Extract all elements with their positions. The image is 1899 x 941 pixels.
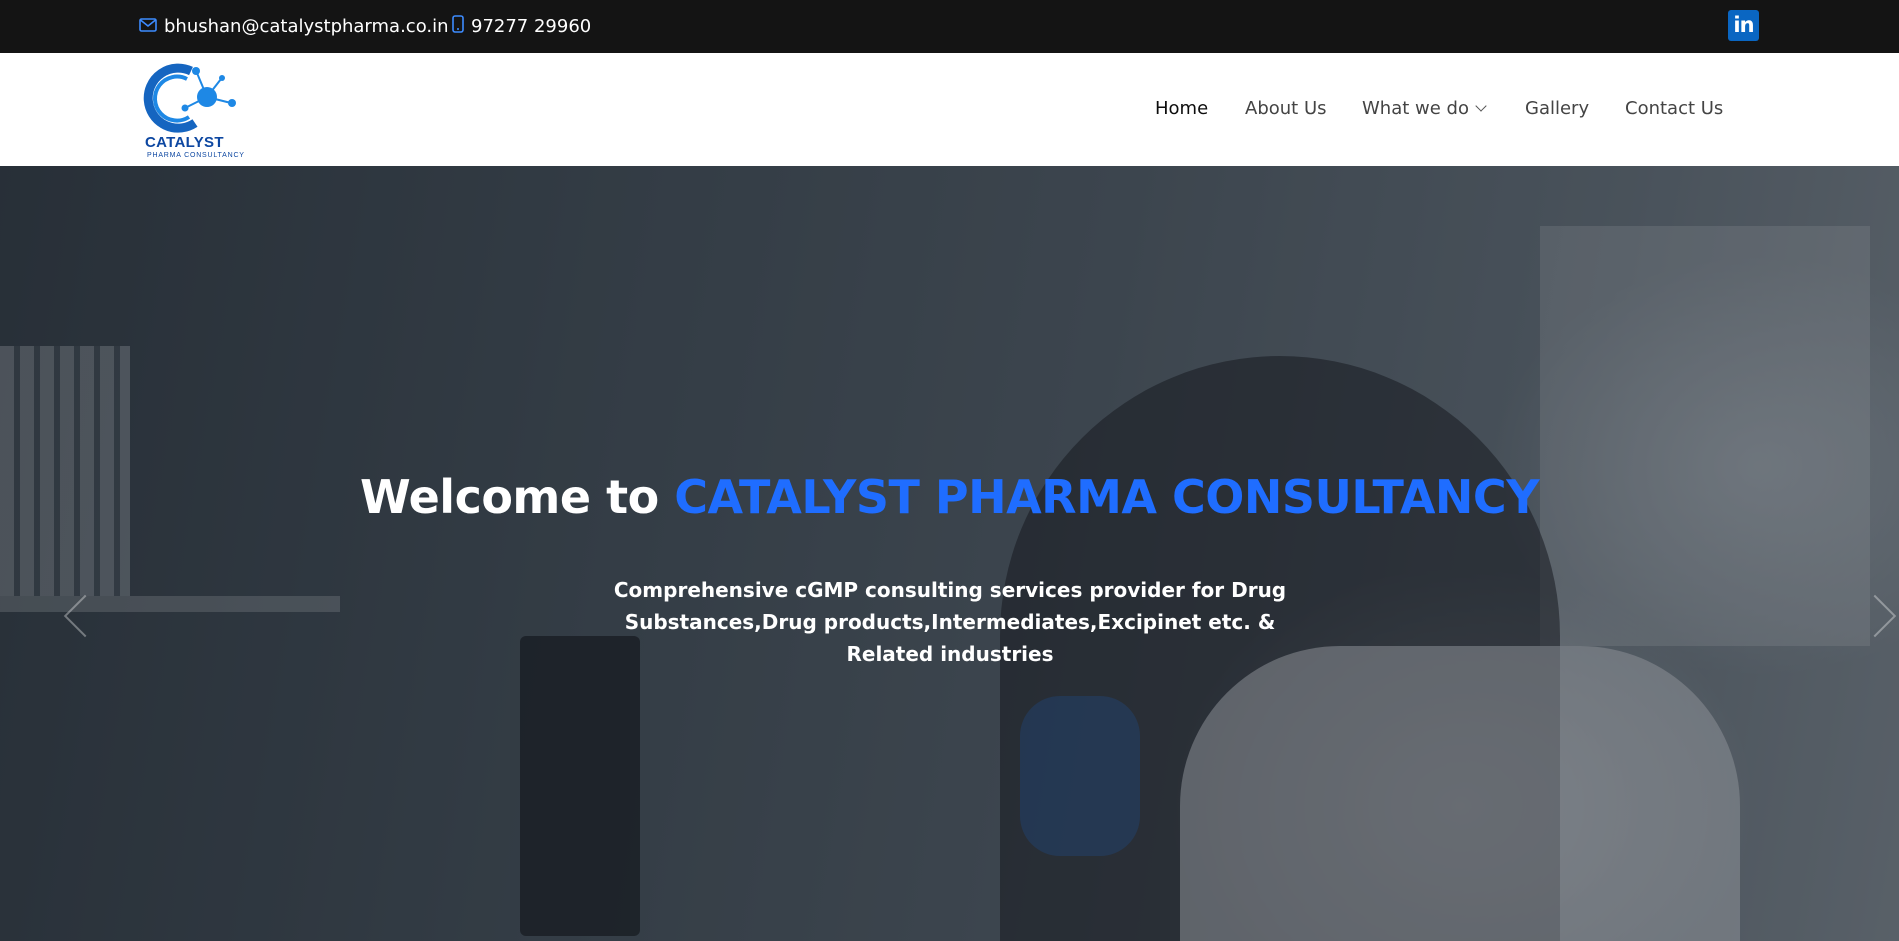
chevron-down-icon — [1475, 100, 1487, 112]
linkedin-icon[interactable]: in — [1728, 10, 1759, 41]
logo[interactable]: CATALYST PHARMA CONSULTANCY — [139, 61, 264, 163]
email-text[interactable]: bhushan@catalystpharma.co.in — [164, 16, 449, 37]
logo-tagline: PHARMA CONSULTANCY — [147, 152, 245, 159]
top-bar: bhushan@catalystpharma.co.in 97277 29960… — [0, 0, 1899, 53]
nav-what-we-do-label: What we do — [1362, 98, 1469, 119]
phone-text[interactable]: 97277 29960 — [471, 16, 591, 37]
nav-gallery[interactable]: Gallery — [1525, 98, 1589, 119]
nav-home[interactable]: Home — [1155, 98, 1208, 119]
envelope-icon — [139, 16, 157, 37]
nav-what-we-do[interactable]: What we do — [1362, 98, 1487, 119]
catalyst-logo-icon — [143, 63, 236, 133]
nav-contact-us[interactable]: Contact Us — [1625, 98, 1723, 119]
hero-subtitle: Comprehensive cGMP consulting services p… — [613, 578, 1287, 666]
logo-wordmark: CATALYST — [145, 134, 224, 151]
phone-icon — [452, 15, 464, 38]
nav-about-us[interactable]: About Us — [1245, 98, 1327, 119]
site-header: CATALYST PHARMA CONSULTANCY Home About U… — [0, 53, 1899, 166]
phone-contact[interactable]: 97277 29960 — [452, 0, 591, 53]
hero-title-prefix: Welcome to — [360, 470, 659, 524]
email-contact[interactable]: bhushan@catalystpharma.co.in — [139, 0, 449, 53]
hero-slider: Welcome to CATALYST PHARMA CONSULTANCY C… — [0, 166, 1899, 941]
hero-title-highlight: CATALYST PHARMA CONSULTANCY — [674, 470, 1539, 524]
hero-overlay — [0, 166, 1899, 941]
hero-title: Welcome to CATALYST PHARMA CONSULTANCY — [0, 470, 1899, 524]
